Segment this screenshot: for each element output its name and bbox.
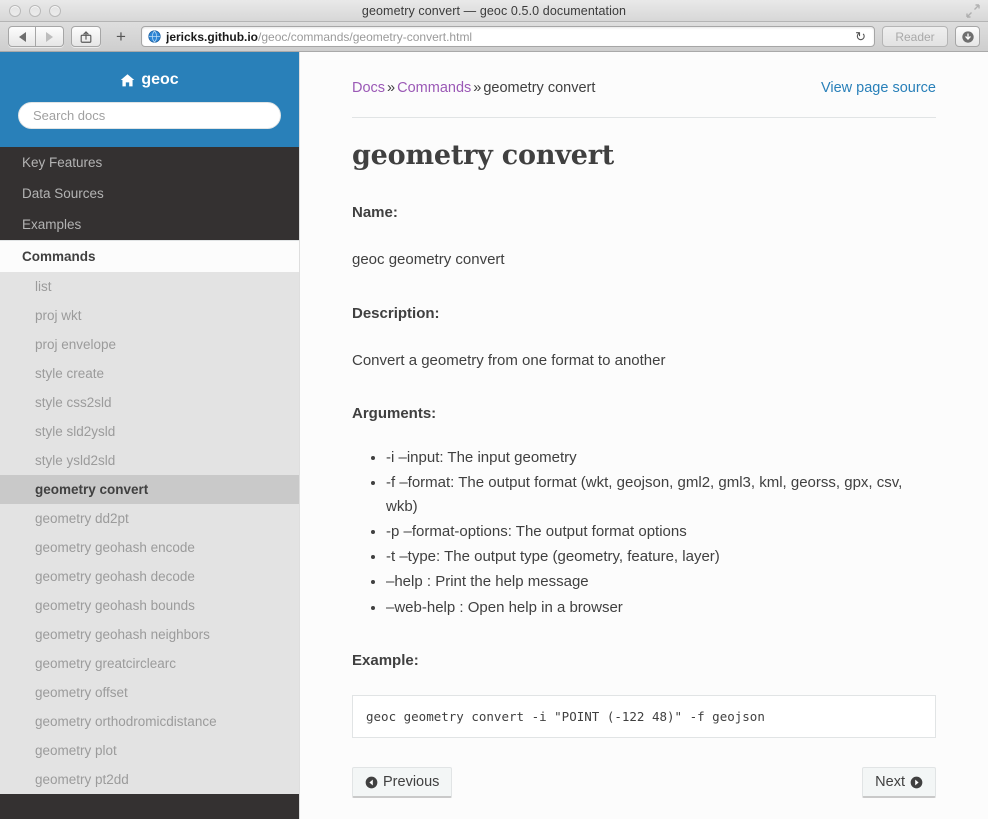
breadcrumb-separator: » [387,80,396,96]
sidebar-item-geometry-geohash-encode[interactable]: geometry geohash encode [0,533,299,562]
footer-navigation: Previous Next [352,767,936,799]
minimize-window-button[interactable] [29,4,41,17]
search-input[interactable] [18,102,281,129]
circle-right-arrow-icon [910,776,923,789]
sidebar-brand[interactable]: geoc [18,71,281,89]
new-tab-button[interactable]: + [108,26,134,47]
arguments-list: -i –input: The input geometry -f –format… [352,446,936,619]
list-item: -t –type: The output type (geometry, fea… [386,545,936,568]
window-titlebar: geometry convert — geoc 0.5.0 documentat… [0,0,988,22]
close-window-button[interactable] [9,4,21,17]
description-value: Convert a geometry from one format to an… [352,351,666,369]
zoom-window-button[interactable] [49,4,61,17]
sidebar-item-proj-envelope[interactable]: proj envelope [0,330,299,359]
navigation-buttons [8,26,64,47]
breadcrumb-docs[interactable]: Docs [352,80,385,96]
sidebar-item-list[interactable]: list [0,272,299,301]
sidebar-item-geometry-plot[interactable]: geometry plot [0,736,299,765]
sidebar: geoc Key Features Data Sources Examples … [0,52,300,819]
view-page-source-link[interactable]: View page source [821,80,936,96]
arguments-label: Arguments: [352,405,437,422]
sidebar-item-geometry-geohash-bounds[interactable]: geometry geohash bounds [0,591,299,620]
breadcrumb-current: geometry convert [483,80,596,96]
list-item: -i –input: The input geometry [386,446,936,469]
share-icon [80,30,92,43]
browser-window: geometry convert — geoc 0.5.0 documentat… [0,0,988,819]
reload-icon[interactable]: ↻ [851,29,870,45]
sidebar-header: geoc [0,52,299,147]
previous-button-label: Previous [383,774,440,791]
example-code-block: geoc geometry convert -i "POINT (-122 48… [352,694,936,739]
sidebar-item-geometry-dd2pt[interactable]: geometry dd2pt [0,504,299,533]
circle-left-arrow-icon [365,776,378,789]
breadcrumb-commands[interactable]: Commands [397,80,471,96]
url-path: /geoc/commands/geometry-convert.html [258,29,473,44]
window-controls [0,4,61,17]
document-content: Docs» Commands» geometry convert View page… [300,52,988,819]
list-item: –web-help : Open help in a browser [386,596,936,619]
sidebar-navigation: Key Features Data Sources Examples Comma… [0,147,299,794]
sidebar-item-style-create[interactable]: style create [0,359,299,388]
previous-button[interactable]: Previous [352,767,453,799]
sidebar-item-geometry-pt2dd[interactable]: geometry pt2dd [0,765,299,794]
breadcrumb-separator-2: » [473,80,482,96]
sidebar-item-geometry-orthodromicdistance[interactable]: geometry orthodromicdistance [0,707,299,736]
sidebar-item-style-sld2ysld[interactable]: style sld2ysld [0,417,299,446]
sidebar-item-key-features[interactable]: Key Features [0,147,299,178]
browser-toolbar: + jericks.github.io/geoc/commands/geomet… [0,22,988,52]
sidebar-item-examples[interactable]: Examples [0,209,299,240]
home-icon [120,73,135,88]
reader-button[interactable]: Reader [882,26,948,47]
sidebar-section-commands[interactable]: Commands [0,240,299,272]
sidebar-item-data-sources[interactable]: Data Sources [0,178,299,209]
breadcrumb-row: Docs» Commands» geometry convert View page… [352,80,936,96]
sidebar-item-geometry-geohash-decode[interactable]: geometry geohash decode [0,562,299,591]
sidebar-item-geometry-geohash-neighbors[interactable]: geometry geohash neighbors [0,620,299,649]
next-button-label: Next [875,774,905,791]
name-label: Name: [352,204,398,221]
sidebar-sublist: list proj wkt proj envelope style create… [0,272,299,794]
content-area: Docs» Commands» geometry convert View page… [300,52,988,819]
forward-button[interactable] [36,26,64,47]
next-button[interactable]: Next [862,767,936,799]
sidebar-item-proj-wkt[interactable]: proj wkt [0,301,299,330]
sidebar-item-geometry-greatcirclearc[interactable]: geometry greatcirclearc [0,649,299,678]
back-button[interactable] [8,26,36,47]
url-text: jericks.github.io/geoc/commands/geometry… [166,30,472,44]
url-host: jericks.github.io [166,29,259,44]
breadcrumb: Docs» Commands» geometry convert [352,80,595,96]
fullscreen-icon[interactable] [966,4,980,18]
page-title: geometry convert [352,140,615,171]
sidebar-item-style-css2sld[interactable]: style css2sld [0,388,299,417]
share-button[interactable] [71,26,101,47]
sidebar-brand-label: geoc [141,71,179,88]
sidebar-item-style-ysld2sld[interactable]: style ysld2sld [0,446,299,475]
breadcrumb-divider [352,117,936,118]
globe-icon [148,30,161,43]
downloads-button[interactable] [955,26,980,47]
back-arrow-icon [18,31,26,42]
sidebar-item-geometry-convert[interactable]: geometry convert [0,475,299,504]
address-bar[interactable]: jericks.github.io/geoc/commands/geometry… [141,26,875,47]
sidebar-item-geometry-offset[interactable]: geometry offset [0,678,299,707]
name-value: geoc geometry convert [352,251,505,268]
forward-arrow-icon [46,31,53,42]
window-title: geometry convert — geoc 0.5.0 documentat… [361,3,627,18]
example-label: Example: [352,651,419,669]
list-item: -f –format: The output format (wkt, geoj… [386,471,936,518]
downloads-icon [961,30,974,43]
page-body: geoc Key Features Data Sources Examples … [0,52,988,819]
description-label: Description: [352,304,440,322]
list-item: -p –format-options: The output format op… [386,520,936,543]
list-item: –help : Print the help message [386,570,936,593]
